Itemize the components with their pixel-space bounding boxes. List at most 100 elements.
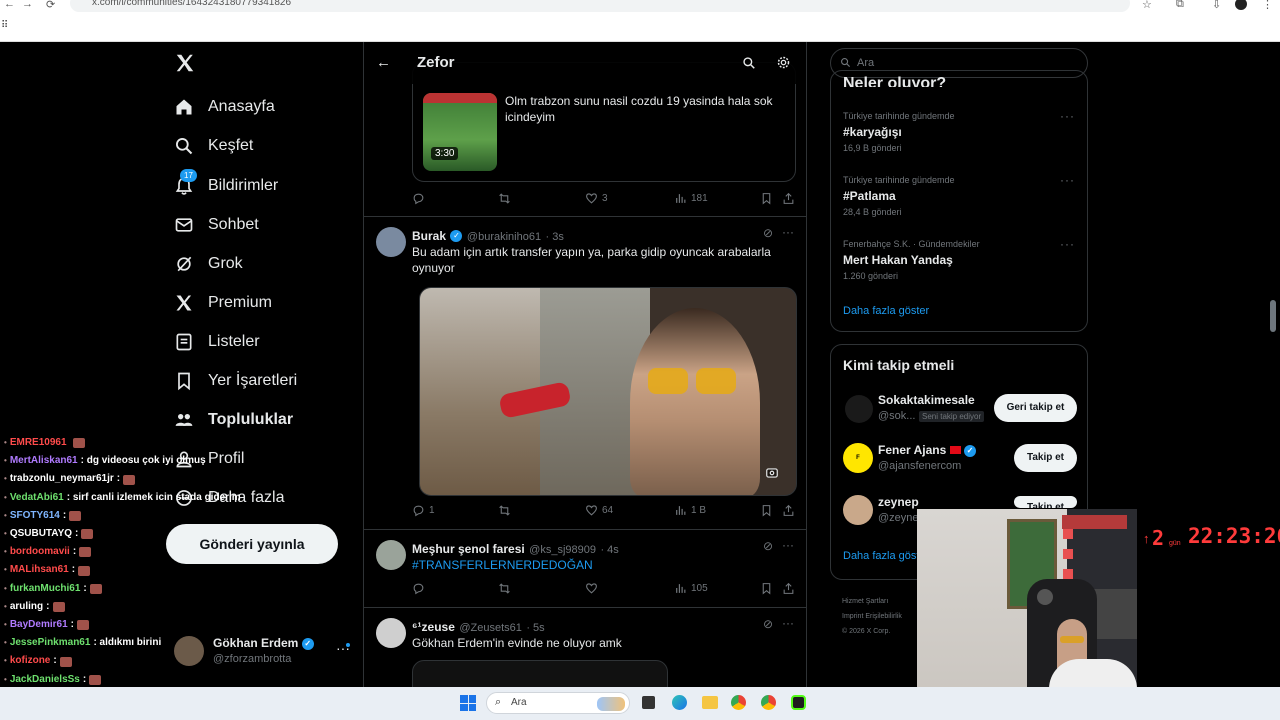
hashtag-link[interactable]: #TRANSFERLERNERDEDOĞAN: [412, 557, 593, 573]
more-options-icon[interactable]: ···: [782, 538, 794, 552]
alt-text-icon[interactable]: [765, 466, 779, 480]
share-button[interactable]: [782, 192, 795, 205]
tweet[interactable]: ⁶¹zeuse @Zeusets61 · 5s ⊘ ··· Gökhan Erd…: [364, 608, 806, 687]
sidebar-item-chat[interactable]: Sohbet: [174, 210, 259, 240]
more-options-icon[interactable]: ···: [782, 616, 794, 630]
gear-icon[interactable]: [776, 55, 791, 70]
chat-username[interactable]: QSUBUTAYQ: [10, 525, 72, 543]
task-view-icon[interactable]: [642, 696, 655, 709]
avatar[interactable]: [376, 540, 406, 570]
bookmark-button[interactable]: [760, 582, 773, 595]
follow-button[interactable]: Takip et: [1014, 496, 1077, 508]
views-button[interactable]: 181: [674, 192, 708, 205]
author-handle[interactable]: @Zeusets61: [459, 622, 522, 634]
more-options-icon[interactable]: ···: [1060, 237, 1075, 251]
retweet-button[interactable]: [498, 504, 515, 517]
like-button[interactable]: [585, 582, 602, 595]
footer-link[interactable]: Erişilebilirlik: [865, 613, 902, 620]
page-scrollbar[interactable]: [1270, 300, 1276, 332]
sidebar-item-grok[interactable]: Grok: [174, 249, 243, 279]
extensions-icon[interactable]: ⧉: [1176, 0, 1184, 11]
author-name[interactable]: Burak: [412, 229, 446, 243]
avatar[interactable]: [376, 227, 406, 257]
chat-username[interactable]: VedatAbi61: [10, 489, 64, 507]
like-button[interactable]: 3: [585, 192, 608, 205]
chat-username[interactable]: MertAliskan61: [10, 452, 78, 470]
back-arrow-icon[interactable]: ←: [4, 0, 15, 10]
footer-link[interactable]: Hizmet Şartları: [842, 594, 922, 609]
author-name[interactable]: ⁶¹zeuse: [412, 620, 455, 634]
tweet-media-image[interactable]: [419, 287, 797, 496]
reply-button[interactable]: [412, 582, 429, 595]
chat-username[interactable]: trabzonlu_neymar61jr: [10, 470, 114, 488]
follow-back-button[interactable]: Geri takip et: [994, 394, 1077, 422]
taskbar-search[interactable]: ⌕ Ara: [486, 692, 630, 714]
author-handle[interactable]: @burakiniho61: [467, 231, 541, 243]
follow-suggestion[interactable]: F Fener Ajans ✓ @ajansfenercom Takip et: [831, 441, 1087, 479]
footer-link[interactable]: Imprint: [842, 613, 863, 620]
back-arrow-icon[interactable]: ←: [376, 54, 391, 71]
tweet-time[interactable]: · 5s: [526, 622, 544, 634]
chrome-icon[interactable]: [761, 695, 776, 710]
account-switcher[interactable]: Gökhan Erdem ✓ @zforzambrotta ···: [174, 634, 354, 674]
sidebar-item-home[interactable]: Anasayfa: [174, 92, 275, 122]
author-name[interactable]: Meşhur şenol faresi: [412, 542, 525, 556]
search-icon[interactable]: [742, 56, 756, 70]
tweet-media-image[interactable]: [412, 660, 668, 687]
tweet-time[interactable]: · 4s: [600, 544, 618, 556]
chrome-icon[interactable]: [731, 695, 746, 710]
chat-username[interactable]: MALihsan61: [10, 561, 69, 579]
like-button[interactable]: 64: [585, 504, 613, 517]
chat-username[interactable]: BayDemir61: [10, 616, 68, 634]
trend-item[interactable]: Türkiye tarihinde gündemde #Patlama 28,4…: [831, 171, 1087, 229]
chat-username[interactable]: furkanMuchi61: [10, 580, 81, 598]
video-thumbnail[interactable]: 3:30: [423, 93, 497, 171]
chat-username[interactable]: aruling: [10, 598, 43, 616]
show-more-link[interactable]: Daha fazla göster: [843, 305, 929, 317]
forward-arrow-icon[interactable]: →: [22, 0, 33, 10]
reply-button[interactable]: [412, 192, 429, 205]
more-options-icon[interactable]: ···: [1060, 173, 1075, 187]
address-bar[interactable]: x.com/i/communities/1643243180779341826: [70, 0, 1130, 12]
views-button[interactable]: 105: [674, 582, 708, 595]
apps-grid-icon[interactable]: ⠿: [1, 20, 8, 31]
edge-icon[interactable]: [672, 695, 687, 710]
author-handle[interactable]: @ks_sj98909: [529, 544, 596, 556]
download-icon[interactable]: ⇩: [1212, 0, 1221, 11]
tweet[interactable]: Burak ✓ @burakiniho61 · 3s ⊘ ··· Bu adam…: [364, 217, 806, 530]
sidebar-item-bookmarks[interactable]: Yer İşaretleri: [174, 366, 297, 396]
star-icon[interactable]: ☆: [1142, 0, 1152, 11]
tweet-time[interactable]: · 3s: [546, 231, 564, 243]
x-logo-icon[interactable]: [174, 52, 196, 79]
trend-item[interactable]: Türkiye tarihinde gündemde #karyağışı 16…: [831, 107, 1087, 165]
chat-username[interactable]: SFOTY614: [10, 507, 60, 525]
retweet-button[interactable]: [498, 582, 515, 595]
more-options-icon[interactable]: ···: [782, 225, 794, 239]
views-button[interactable]: 1 B: [674, 504, 706, 517]
reply-button[interactable]: 1: [412, 504, 435, 517]
file-explorer-icon[interactable]: [702, 696, 718, 709]
grok-icon[interactable]: ⊘: [763, 226, 773, 240]
bookmark-button[interactable]: [760, 192, 773, 205]
browser-profile-avatar[interactable]: [1235, 0, 1247, 10]
retweet-button[interactable]: [498, 192, 515, 205]
reload-icon[interactable]: ⟳: [46, 0, 55, 11]
grok-icon[interactable]: ⊘: [763, 617, 773, 631]
follow-suggestion[interactable]: Sokaktakimesale @sok... Seni takip ediyo…: [831, 391, 1087, 429]
sidebar-item-premium[interactable]: Premium: [174, 288, 272, 318]
sidebar-item-communities[interactable]: Topluluklar: [174, 405, 293, 435]
chat-username[interactable]: bordoomavii: [10, 543, 70, 561]
follow-button[interactable]: Takip et: [1014, 444, 1077, 472]
tweet[interactable]: Meşhur şenol faresi @ks_sj98909 · 4s ⊘ ·…: [364, 530, 806, 608]
sidebar-item-lists[interactable]: Listeler: [174, 327, 260, 357]
chat-username[interactable]: kofizone: [10, 652, 51, 670]
share-button[interactable]: [782, 504, 795, 517]
sidebar-item-explore[interactable]: Keşfet: [174, 131, 253, 161]
bookmark-button[interactable]: [760, 504, 773, 517]
kick-app-icon[interactable]: [791, 695, 806, 710]
chat-username[interactable]: JessePinkman61: [10, 634, 91, 652]
more-options-icon[interactable]: ···: [1060, 109, 1075, 123]
share-button[interactable]: [782, 582, 795, 595]
browser-menu-icon[interactable]: ⋮: [1262, 0, 1273, 11]
grok-icon[interactable]: ⊘: [763, 539, 773, 553]
